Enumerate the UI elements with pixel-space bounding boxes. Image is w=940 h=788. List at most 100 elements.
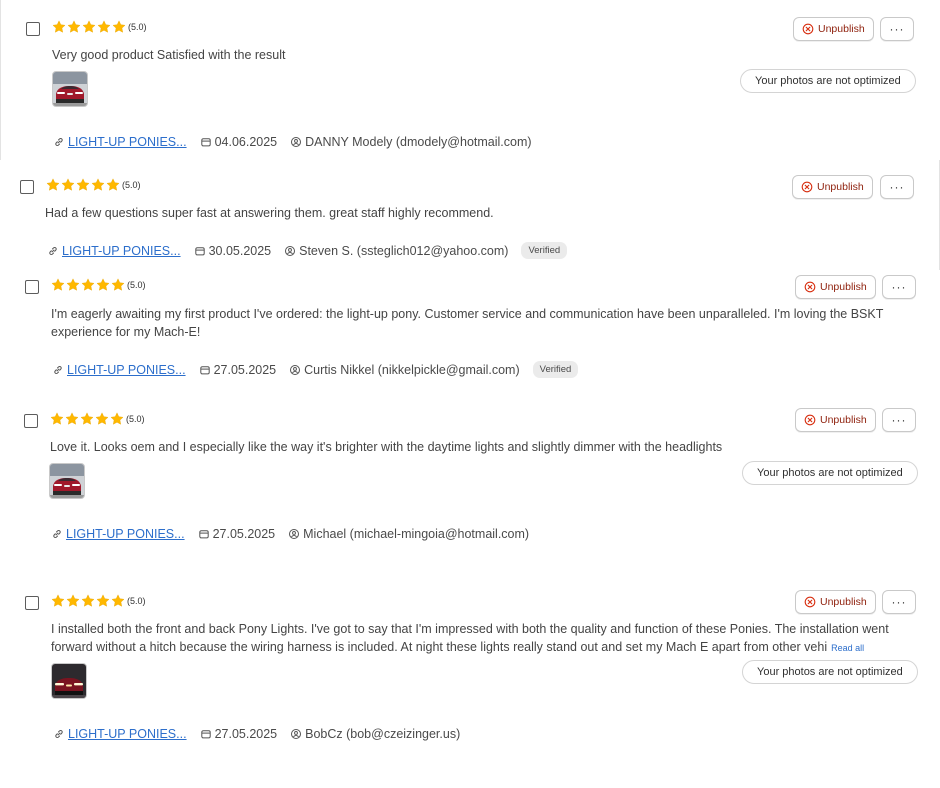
star-icon <box>52 20 66 34</box>
review-text: Very good product Satisfied with the res… <box>52 48 286 62</box>
star-icon <box>82 20 96 34</box>
profile-icon <box>289 364 301 376</box>
x-circle-icon <box>802 23 814 35</box>
star-rating: (5.0) <box>50 412 145 426</box>
review-meta: LIGHT-UP PONIES... 27.05.2025 Michael (m… <box>51 527 542 541</box>
more-actions-button[interactable]: ··· <box>880 17 914 41</box>
link-icon <box>53 728 65 740</box>
more-actions-button[interactable]: ··· <box>882 590 916 614</box>
rating-value: (5.0) <box>122 180 141 190</box>
star-icon <box>76 178 90 192</box>
product-link[interactable]: LIGHT-UP PONIES... <box>68 727 187 741</box>
rating-value: (5.0) <box>127 596 146 606</box>
review-photo-thumbnail[interactable] <box>49 463 85 499</box>
calendar-icon <box>194 245 206 257</box>
x-circle-icon <box>801 181 813 193</box>
star-icon <box>81 594 95 608</box>
star-rating: (5.0) <box>51 594 146 608</box>
star-icon <box>95 412 109 426</box>
star-icon <box>112 20 126 34</box>
unpublish-button[interactable]: Unpublish <box>792 175 873 199</box>
unpublish-button[interactable]: Unpublish <box>795 275 876 299</box>
link-icon <box>51 528 63 540</box>
x-circle-icon <box>804 414 816 426</box>
star-icon <box>81 278 95 292</box>
star-icon <box>106 178 120 192</box>
card-border <box>0 0 1 160</box>
unpublish-label: Unpublish <box>817 181 864 193</box>
star-icon <box>46 178 60 192</box>
review-text: I installed both the front and back Pony… <box>51 621 919 657</box>
read-all-link[interactable]: Read all <box>831 643 864 653</box>
photos-not-optimized-badge[interactable]: Your photos are not optimized <box>740 69 916 93</box>
star-icon <box>97 20 111 34</box>
review-date: 04.06.2025 <box>214 135 278 149</box>
star-rating: (5.0) <box>51 278 146 292</box>
more-actions-button[interactable]: ··· <box>880 175 914 199</box>
review-checkbox[interactable] <box>26 22 40 36</box>
more-actions-button[interactable]: ··· <box>882 275 916 299</box>
product-link[interactable]: LIGHT-UP PONIES... <box>62 244 181 258</box>
unpublish-button[interactable]: Unpublish <box>793 17 874 41</box>
unpublish-button[interactable]: Unpublish <box>795 590 876 614</box>
star-icon <box>96 278 110 292</box>
review-meta: LIGHT-UP PONIES... 27.05.2025 Curtis Nik… <box>52 361 579 378</box>
star-icon <box>111 278 125 292</box>
unpublish-label: Unpublish <box>818 23 865 35</box>
product-link[interactable]: LIGHT-UP PONIES... <box>67 363 186 377</box>
review-checkbox[interactable] <box>25 280 39 294</box>
unpublish-label: Unpublish <box>820 281 867 293</box>
star-icon <box>50 412 64 426</box>
review-photo-thumbnail[interactable] <box>51 663 87 699</box>
x-circle-icon <box>804 596 816 608</box>
star-icon <box>61 178 75 192</box>
unpublish-button[interactable]: Unpublish <box>795 408 876 432</box>
review-date: 27.05.2025 <box>213 362 277 377</box>
star-rating: (5.0) <box>52 20 147 34</box>
review-text: Had a few questions super fast at answer… <box>45 206 494 220</box>
review-checkbox[interactable] <box>25 596 39 610</box>
review-photo-thumbnail[interactable] <box>52 71 88 107</box>
calendar-icon <box>200 136 212 148</box>
verified-badge: Verified <box>521 242 568 259</box>
photos-not-optimized-badge[interactable]: Your photos are not optimized <box>742 461 918 485</box>
rating-value: (5.0) <box>126 414 145 424</box>
star-icon <box>111 594 125 608</box>
star-icon <box>66 594 80 608</box>
unpublish-label: Unpublish <box>820 596 867 608</box>
star-icon <box>96 594 110 608</box>
review-meta: LIGHT-UP PONIES... 30.05.2025 Steven S. … <box>47 242 568 259</box>
more-actions-button[interactable]: ··· <box>882 408 916 432</box>
product-link[interactable]: LIGHT-UP PONIES... <box>66 527 185 541</box>
review-text-body: I installed both the front and back Pony… <box>51 622 889 654</box>
link-icon <box>47 245 59 257</box>
verified-badge: Verified <box>532 361 579 378</box>
profile-icon <box>284 245 296 257</box>
star-icon <box>51 278 65 292</box>
profile-icon <box>290 136 302 148</box>
star-icon <box>110 412 124 426</box>
review-meta: LIGHT-UP PONIES... 04.06.2025 DANNY Mode… <box>53 135 545 149</box>
star-icon <box>66 278 80 292</box>
star-icon <box>67 20 81 34</box>
star-rating: (5.0) <box>46 178 141 192</box>
customer-name: Curtis Nikkel (nikkelpickle@gmail.com) <box>304 362 520 377</box>
calendar-icon <box>199 364 211 376</box>
review-date: 27.05.2025 <box>212 527 276 541</box>
rating-value: (5.0) <box>127 280 146 290</box>
customer-name: BobCz (bob@czeizinger.us) <box>305 727 461 741</box>
profile-icon <box>288 528 300 540</box>
rating-value: (5.0) <box>128 22 147 32</box>
review-date: 30.05.2025 <box>208 243 272 258</box>
review-text: Love it. Looks oem and I especially like… <box>50 440 723 454</box>
link-icon <box>53 136 65 148</box>
review-date: 27.05.2025 <box>214 727 278 741</box>
photos-not-optimized-badge[interactable]: Your photos are not optimized <box>742 660 918 684</box>
unpublish-label: Unpublish <box>820 414 867 426</box>
product-link[interactable]: LIGHT-UP PONIES... <box>68 135 187 149</box>
calendar-icon <box>200 728 212 740</box>
review-checkbox[interactable] <box>24 414 38 428</box>
review-checkbox[interactable] <box>20 180 34 194</box>
profile-icon <box>290 728 302 740</box>
review-text: I'm eagerly awaiting my first product I'… <box>51 307 884 339</box>
